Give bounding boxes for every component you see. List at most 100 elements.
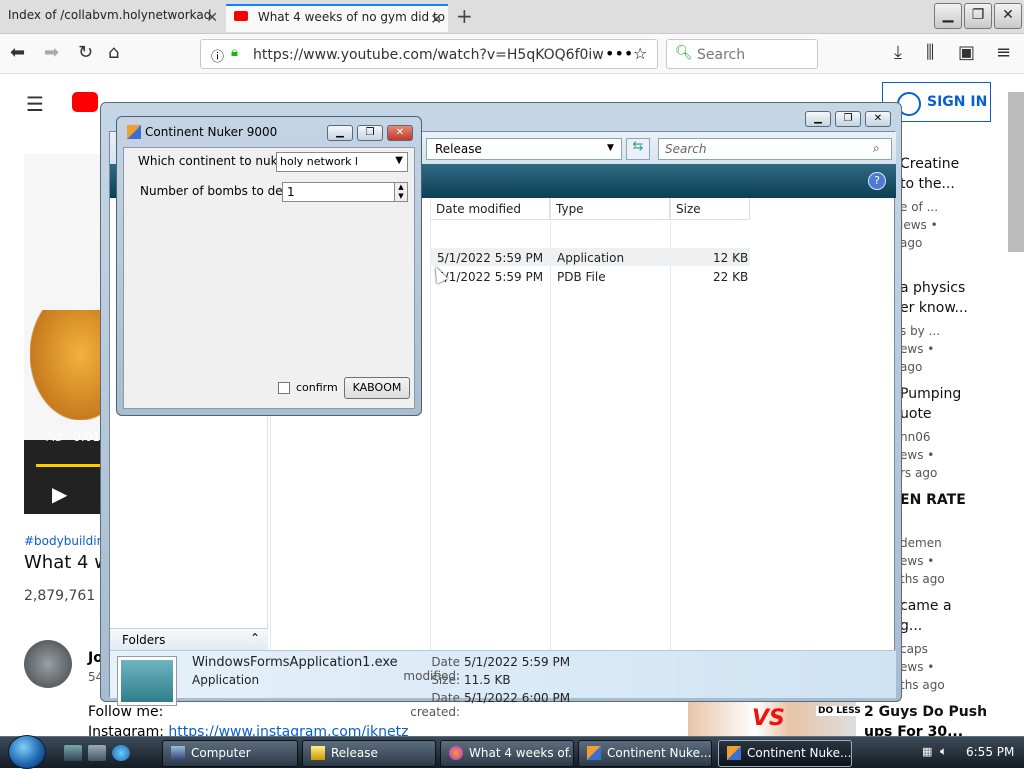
info-icon[interactable]: ⓘ — [211, 46, 224, 65]
folders-toggle[interactable]: Folders ⌃ — [110, 628, 268, 650]
details-label: Date created: — [410, 691, 460, 719]
page-scrollbar[interactable] — [1008, 92, 1024, 252]
play-icon[interactable]: ▶ — [52, 482, 67, 506]
bombs-input[interactable]: 1 — [282, 182, 402, 202]
clock[interactable]: 6:55 PM — [966, 745, 1014, 759]
library-icon[interactable]: ⫼ — [926, 42, 934, 63]
taskbar-item-firefox[interactable]: What 4 weeks of... — [440, 740, 574, 767]
star-icon[interactable]: ☆ — [633, 44, 647, 63]
minimize-icon[interactable]: ▁ — [327, 125, 353, 141]
home-icon[interactable]: ⌂ — [108, 42, 119, 63]
maximize-icon[interactable]: ❐ — [357, 125, 383, 141]
search-icon[interactable]: ⌕ — [873, 141, 880, 156]
ad-label: Ad · 0:01 — [46, 430, 101, 444]
kaboom-button[interactable]: KABOOM — [344, 377, 410, 399]
download-icon[interactable]: ⤓ — [894, 42, 902, 63]
related-video-title[interactable]: Pumping — [900, 386, 961, 402]
related-video-title[interactable]: EN RATE — [900, 492, 966, 508]
related-video-title[interactable]: g... — [900, 618, 922, 634]
close-icon[interactable]: ✕ — [206, 10, 218, 26]
details-pane: WindowsFormsApplication1.exe Application… — [110, 650, 896, 719]
internet-explorer-icon[interactable] — [112, 745, 130, 761]
related-video-title[interactable]: Creatine — [900, 156, 959, 172]
more-icon[interactable]: ••• — [605, 44, 633, 63]
row-size: 22 KB — [713, 270, 749, 284]
avatar[interactable] — [24, 640, 72, 688]
chevron-down-icon[interactable]: ▼ — [607, 143, 614, 153]
folder-icon — [311, 746, 325, 760]
firefox-icon — [449, 746, 463, 760]
maximize-icon[interactable]: ❐ — [964, 3, 992, 29]
tab-label: What 4 weeks of no gym did to — [257, 10, 446, 24]
volume-muted-icon[interactable]: 🔈︎ — [940, 744, 947, 759]
close-icon[interactable]: ✕ — [430, 12, 442, 28]
taskbar-item-nuker-2[interactable]: Continent Nuke... — [718, 740, 852, 767]
related-video-views: iews • — [900, 218, 938, 232]
continent-select[interactable]: holy network l ▼ — [276, 152, 408, 172]
related-video-title[interactable]: a physics — [900, 280, 965, 296]
chevron-down-icon[interactable]: ▼ — [395, 155, 403, 166]
refresh-icon[interactable]: ⇆ — [626, 138, 650, 160]
network-icon[interactable]: ▦ — [922, 745, 932, 758]
description-line: Follow me: — [88, 704, 164, 720]
close-window-icon[interactable]: ✕ — [994, 3, 1022, 29]
start-button[interactable] — [8, 735, 46, 769]
row-type: Application — [557, 251, 625, 265]
column-size[interactable]: Size — [670, 198, 750, 220]
bombs-spinner[interactable]: ▲ ▼ — [394, 182, 408, 202]
related-video-views: ews • — [900, 660, 935, 674]
row-date: 5/1/2022 5:59 PM — [437, 251, 544, 265]
taskbar: Computer Release What 4 weeks of... Cont… — [0, 735, 1024, 769]
search-placeholder: Search — [665, 142, 707, 156]
taskbar-item-nuker-1[interactable]: Continent Nuke... — [578, 740, 712, 767]
nuker-form: Which continent to nuke? holy network l … — [123, 147, 415, 409]
url-bar[interactable]: ⓘ 🔒︎ https://www.youtube.com/watch?v=H5q… — [200, 39, 658, 69]
reload-icon[interactable]: ↻ — [78, 42, 93, 63]
search-icon: 🔍︎ — [675, 45, 693, 61]
browser-tab-index[interactable]: Index of /collabvm.holynetworkad ✕ — [0, 4, 224, 32]
related-video-title[interactable]: 2 Guys Do Push — [864, 704, 987, 720]
taskbar-item-release[interactable]: Release — [302, 740, 436, 767]
taskbar-label: Continent Nuke... — [607, 746, 712, 760]
related-video-views: ews • — [900, 448, 935, 462]
new-tab-icon[interactable]: + — [456, 4, 473, 28]
browser-tab-youtube[interactable]: What 4 weeks of no gym did to ✕ — [226, 4, 448, 32]
related-video-title[interactable]: er know... — [900, 300, 968, 316]
minimize-icon[interactable]: ▁ — [934, 3, 962, 29]
help-icon[interactable]: ? — [868, 172, 886, 190]
computer-icon — [171, 746, 185, 760]
address-bar[interactable]: Release ▼ — [426, 138, 622, 160]
related-video-title[interactable]: uote — [900, 406, 932, 422]
maximize-icon[interactable]: ❐ — [835, 111, 861, 127]
youtube-logo-icon[interactable] — [72, 92, 98, 112]
thumbnail-vs-text: VS — [752, 706, 785, 731]
confirm-label: confirm — [296, 381, 338, 394]
minimize-icon[interactable]: ▁ — [805, 111, 831, 127]
browser-search-input[interactable]: 🔍︎ Search — [666, 39, 818, 69]
details-value: 5/1/2022 5:59 PM — [464, 655, 571, 669]
sidebar-icon[interactable]: ▣ — [958, 42, 975, 63]
close-icon[interactable]: ✕ — [387, 125, 413, 141]
related-video-views: ews • — [900, 342, 935, 356]
column-date-modified[interactable]: Date modified — [430, 198, 550, 220]
taskbar-item-computer[interactable]: Computer — [162, 740, 298, 767]
details-label: Size: — [431, 673, 460, 687]
switch-windows-icon[interactable] — [88, 745, 106, 761]
hashtag-link[interactable]: #bodybuilding — [24, 534, 112, 548]
related-video-title[interactable]: to the... — [900, 176, 955, 192]
confirm-checkbox[interactable] — [278, 382, 290, 394]
forward-icon[interactable]: ➡ — [44, 42, 59, 63]
column-type[interactable]: Type — [550, 198, 670, 220]
show-desktop-icon[interactable] — [64, 745, 82, 761]
menu-icon[interactable]: ≡ — [996, 42, 1011, 63]
window-title: Continent Nuker 9000 — [145, 125, 278, 139]
tab-label: Index of /collabvm.holynetworkad — [8, 8, 212, 22]
row-size: 12 KB — [713, 251, 749, 265]
related-video-title[interactable]: came a — [900, 598, 952, 614]
hamburger-icon[interactable]: ☰ — [26, 92, 44, 116]
close-icon[interactable]: ✕ — [865, 111, 891, 127]
explorer-search-input[interactable]: Search ⌕ — [658, 138, 892, 160]
related-video-channel: s by ... — [900, 324, 941, 338]
nuker-window: Continent Nuker 9000 ▁ ❐ ✕ Which contine… — [116, 116, 422, 416]
back-icon[interactable]: ⬅ — [10, 42, 25, 63]
